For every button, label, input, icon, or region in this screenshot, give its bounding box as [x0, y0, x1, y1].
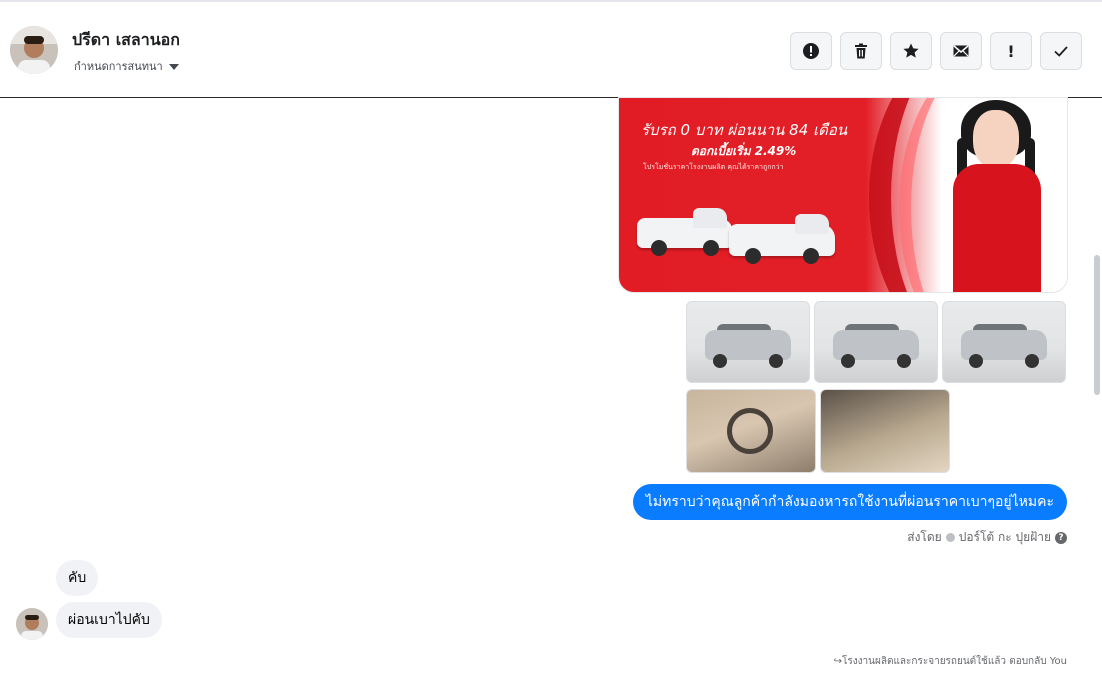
trash-icon — [855, 43, 867, 59]
priority-button[interactable]: ! — [990, 32, 1032, 70]
photo-thumbnail[interactable] — [686, 301, 810, 383]
help-icon[interactable]: ? — [1055, 531, 1067, 544]
sent-by-name: ปอร์โต้ กะ ปุยฝ้าย — [958, 530, 1051, 544]
caret-down-icon — [168, 64, 179, 70]
photo-thumbnail[interactable] — [814, 301, 938, 383]
delete-button[interactable] — [840, 32, 882, 70]
promo-main-text: รับรถ 0 บาท ผ่อนนาน 84 เดือน — [641, 121, 848, 139]
exclamation-icon: ! — [1007, 41, 1015, 61]
header-actions: ! — [790, 32, 1082, 70]
photo-thumbnail[interactable] — [686, 389, 816, 473]
assign-label: กำหนดการสนทนา — [74, 60, 163, 73]
conversation-header: ปรีดา เสลานอก กำหนดการสนทนา ! — [0, 2, 1102, 98]
alert-circle-icon — [803, 43, 819, 59]
sent-by-label: ส่งโดย — [907, 530, 942, 544]
envelope-icon — [953, 45, 969, 57]
report-button[interactable] — [790, 32, 832, 70]
sender-avatar[interactable] — [16, 608, 48, 640]
message-thread[interactable]: รับรถ 0 บาท ผ่อนนาน 84 เดือน ดอกเบี้ยเริ… — [0, 97, 1102, 678]
scrollbar-thumb[interactable] — [1094, 255, 1100, 395]
reply-note-text: โรงงานผลิตและกระจายรถยนต์ใช้แล้ว ตอบกลับ… — [842, 656, 1067, 667]
photo-thumbnail[interactable] — [820, 389, 950, 473]
truck-image-1 — [637, 208, 733, 256]
mark-done-button[interactable] — [1040, 32, 1082, 70]
photo-thumbnail[interactable] — [942, 301, 1066, 383]
incoming-message[interactable]: ผ่อนเบาไปคับ — [56, 602, 162, 638]
promo-fine-print: โปรโมชั่นราคาโรงงานผลิต คุณได้ราคาถูกกว่… — [643, 163, 784, 171]
verified-dot-icon — [945, 533, 955, 542]
incoming-message[interactable]: คับ — [56, 560, 99, 596]
mark-unread-button[interactable] — [940, 32, 982, 70]
promo-rate-text: ดอกเบี้ยเริ่ม 2.49% — [691, 144, 797, 158]
star-icon — [903, 43, 919, 58]
check-icon — [1054, 46, 1068, 57]
promo-image-attachment[interactable]: รับรถ 0 บาท ผ่อนนาน 84 เดือน ดอกเบี้ยเริ… — [618, 97, 1068, 293]
contact-name[interactable]: ปรีดา เสลานอก — [72, 28, 180, 53]
reply-arrow-icon: ↪ — [833, 656, 843, 667]
promo-model-image — [947, 98, 1045, 292]
assign-conversation-dropdown[interactable]: กำหนดการสนทนา — [74, 57, 179, 75]
star-button[interactable] — [890, 32, 932, 70]
sent-by-info: ส่งโดย ปอร์โต้ กะ ปุยฝ้าย ? — [907, 528, 1067, 547]
contact-avatar[interactable] — [10, 26, 58, 74]
outgoing-message[interactable]: ไม่ทราบว่าคุณลูกค้ากำลังมองหารถใช้งานที่… — [632, 484, 1067, 520]
reply-note: ↪โรงงานผลิตและกระจายรถยนต์ใช้แล้ว ตอบกลั… — [834, 654, 1067, 669]
truck-image-2 — [729, 214, 835, 264]
